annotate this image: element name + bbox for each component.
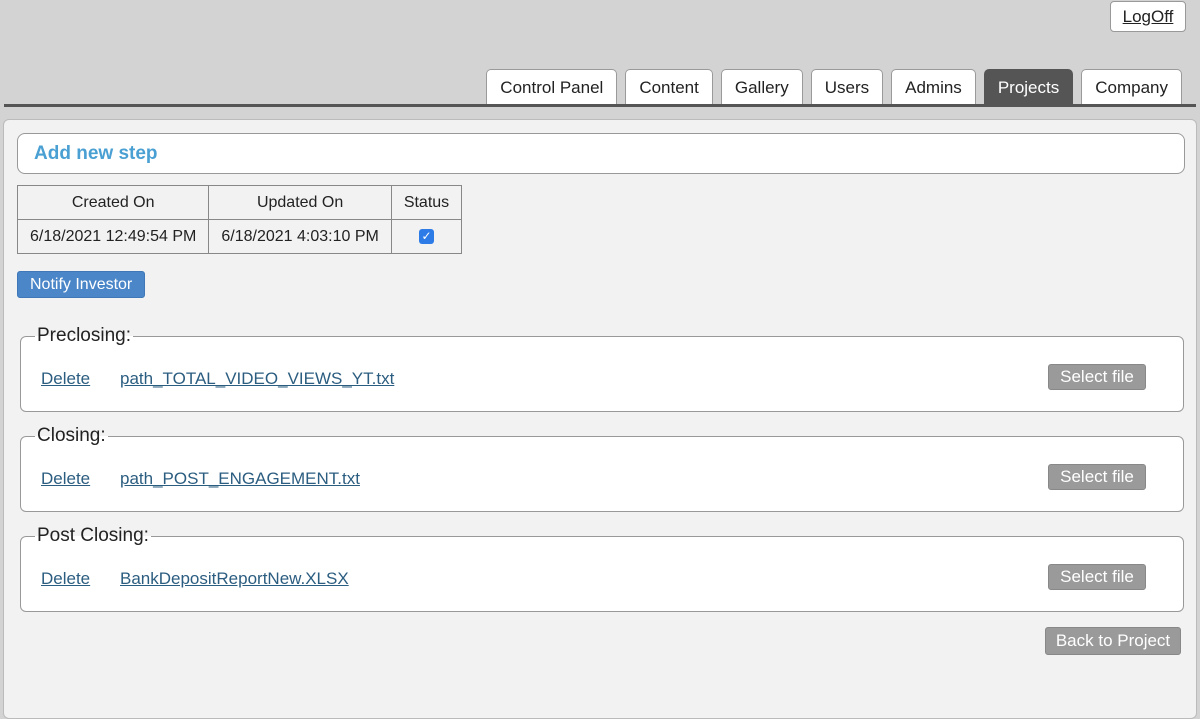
select-file-button[interactable]: Select file [1048, 364, 1146, 390]
main-panel: Add new step Created On Updated On Statu… [3, 119, 1197, 719]
tab-gallery[interactable]: Gallery [720, 69, 803, 106]
col-status: Status [390, 185, 463, 220]
section-legend: Closing: [37, 425, 106, 446]
step-info-table: Created On Updated On Status 6/18/2021 1… [16, 185, 463, 254]
section-legend: Post Closing: [37, 525, 149, 546]
tab-company[interactable]: Company [1081, 69, 1182, 106]
created-on-value: 6/18/2021 12:49:54 PM [16, 219, 210, 254]
notify-investor-button[interactable]: Notify Investor [17, 271, 146, 298]
logoff-link[interactable]: LogOff [1110, 1, 1186, 32]
tab-projects[interactable]: Projects [983, 69, 1074, 106]
col-updated-on: Updated On [208, 185, 392, 220]
file-link[interactable]: path_POST_ENGAGEMENT.txt [120, 469, 360, 489]
col-created-on: Created On [16, 185, 210, 220]
main-tabs: Control Panel Content Gallery Users Admi… [486, 69, 1182, 106]
status-checkbox[interactable]: ✓ [418, 228, 434, 244]
select-file-button[interactable]: Select file [1048, 564, 1146, 590]
tab-users[interactable]: Users [810, 69, 884, 106]
tab-control-panel[interactable]: Control Panel [486, 69, 618, 106]
file-link[interactable]: path_TOTAL_VIDEO_VIEWS_YT.txt [120, 369, 394, 389]
table-row: 6/18/2021 12:49:54 PM 6/18/2021 4:03:10 … [16, 219, 463, 254]
file-link[interactable]: BankDepositReportNew.XLSX [120, 569, 349, 589]
tab-content[interactable]: Content [625, 69, 713, 106]
add-new-step-button[interactable]: Add new step [17, 133, 1185, 174]
delete-link[interactable]: Delete [41, 469, 90, 489]
updated-on-value: 6/18/2021 4:03:10 PM [208, 219, 392, 254]
post-closing-section: Post Closing: Delete BankDepositReportNe… [20, 525, 1184, 612]
table-header-row: Created On Updated On Status [16, 185, 463, 220]
status-cell: ✓ [390, 219, 463, 254]
delete-link[interactable]: Delete [41, 369, 90, 389]
delete-link[interactable]: Delete [41, 569, 90, 589]
header-divider [4, 104, 1196, 107]
closing-section: Closing: Delete path_POST_ENGAGEMENT.txt… [20, 425, 1184, 512]
back-to-project-button[interactable]: Back to Project [1045, 627, 1181, 655]
section-legend: Preclosing: [37, 325, 131, 346]
preclosing-section: Preclosing: Delete path_TOTAL_VIDEO_VIEW… [20, 325, 1184, 412]
checkbox-checked-icon: ✓ [421, 228, 432, 243]
tab-admins[interactable]: Admins [891, 69, 976, 106]
select-file-button[interactable]: Select file [1048, 464, 1146, 490]
